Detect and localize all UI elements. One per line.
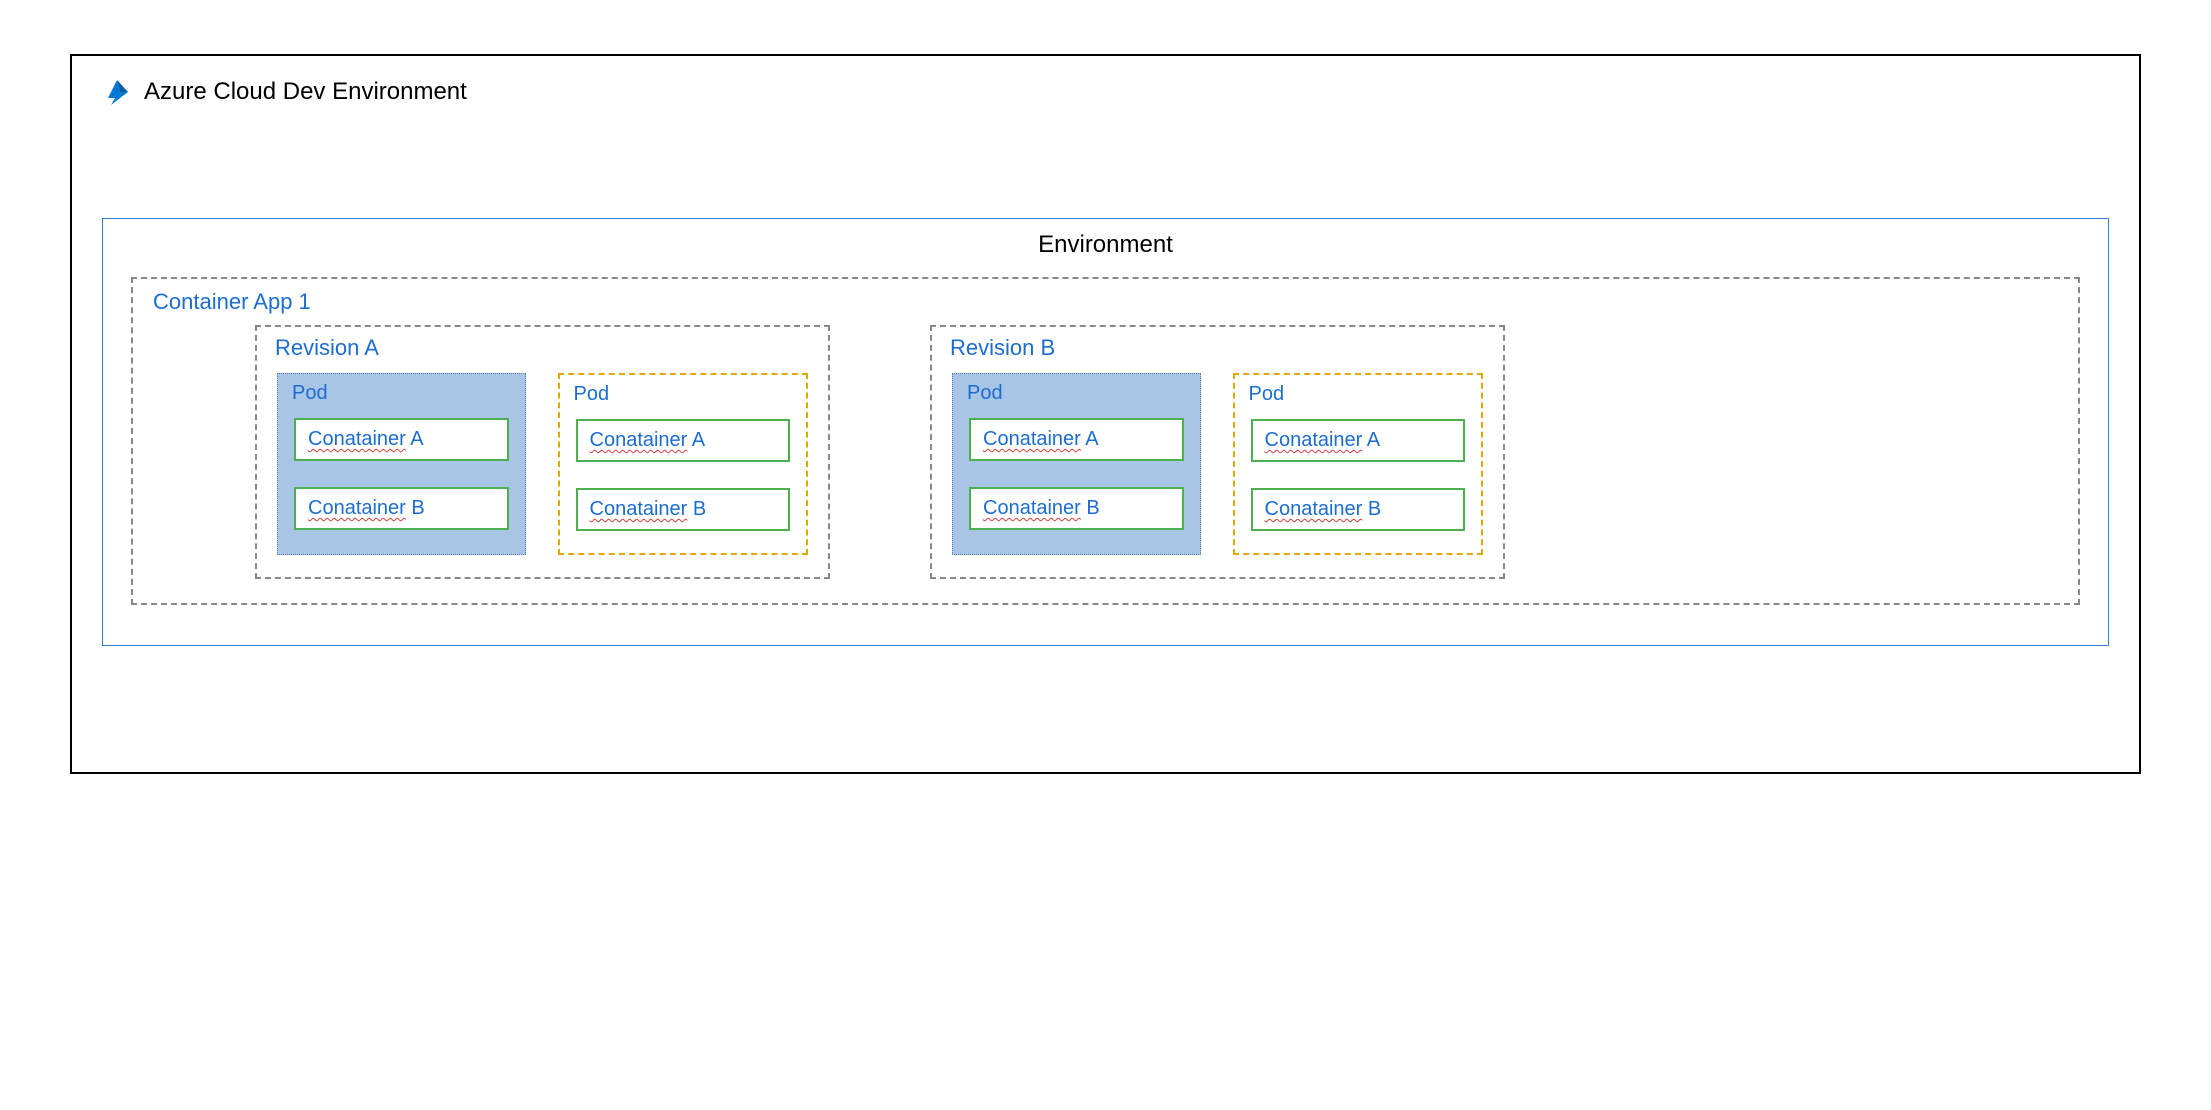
environment-box: Environment Container App 1 Revision A P… <box>102 218 2109 646</box>
container-app-title: Container App 1 <box>153 289 311 315</box>
revision-b-pods: Pod Conatainer A Conatainer B Pod <box>952 373 1483 555</box>
pod-label: Pod <box>292 382 328 405</box>
pod-box: Pod Conatainer A Conatainer B <box>1233 373 1484 555</box>
cloud-env-title: Azure Cloud Dev Environment <box>144 78 467 106</box>
container-label-suffix: A <box>406 428 424 450</box>
pod-box: Pod Conatainer A Conatainer B <box>558 373 809 555</box>
revision-a-title: Revision A <box>275 335 379 361</box>
container-box: Conatainer B <box>969 487 1184 530</box>
container-app-box: Container App 1 Revision A Pod Conataine… <box>131 277 2080 605</box>
pod-label: Pod <box>574 383 610 406</box>
pod-box: Pod Conatainer A Conatainer B <box>952 373 1201 555</box>
pod-box: Pod Conatainer A Conatainer B <box>277 373 526 555</box>
azure-icon <box>102 76 134 108</box>
cloud-env-title-row: Azure Cloud Dev Environment <box>102 76 2109 108</box>
container-box: Conatainer B <box>294 487 509 530</box>
container-box: Conatainer A <box>576 419 791 462</box>
container-label-word: Conatainer <box>308 497 406 519</box>
container-box: Conatainer A <box>294 418 509 461</box>
revisions-row: Revision A Pod Conatainer A Conatainer B <box>155 325 2056 579</box>
revision-b-title: Revision B <box>950 335 1055 361</box>
container-label-suffix: A <box>1081 428 1099 450</box>
revision-b-box: Revision B Pod Conatainer A Conatainer B <box>930 325 1505 579</box>
revision-a-box: Revision A Pod Conatainer A Conatainer B <box>255 325 830 579</box>
container-box: Conatainer A <box>1251 419 1466 462</box>
container-label-suffix: B <box>687 498 706 520</box>
container-label-suffix: B <box>1081 497 1100 519</box>
container-label-word: Conatainer <box>590 498 688 520</box>
container-box: Conatainer A <box>969 418 1184 461</box>
container-label-suffix: A <box>687 429 705 451</box>
container-label-suffix: A <box>1362 429 1380 451</box>
container-box: Conatainer B <box>1251 488 1466 531</box>
revision-a-pods: Pod Conatainer A Conatainer B Pod <box>277 373 808 555</box>
container-label-word: Conatainer <box>1265 429 1363 451</box>
container-label-suffix: B <box>406 497 425 519</box>
pod-label: Pod <box>967 382 1003 405</box>
container-box: Conatainer B <box>576 488 791 531</box>
container-label-word: Conatainer <box>983 428 1081 450</box>
environment-title: Environment <box>103 231 2108 259</box>
pod-label: Pod <box>1249 383 1285 406</box>
container-label-suffix: B <box>1362 498 1381 520</box>
container-label-word: Conatainer <box>308 428 406 450</box>
container-label-word: Conatainer <box>1265 498 1363 520</box>
cloud-env-frame: Azure Cloud Dev Environment Environment … <box>70 54 2141 774</box>
container-label-word: Conatainer <box>590 429 688 451</box>
container-label-word: Conatainer <box>983 497 1081 519</box>
